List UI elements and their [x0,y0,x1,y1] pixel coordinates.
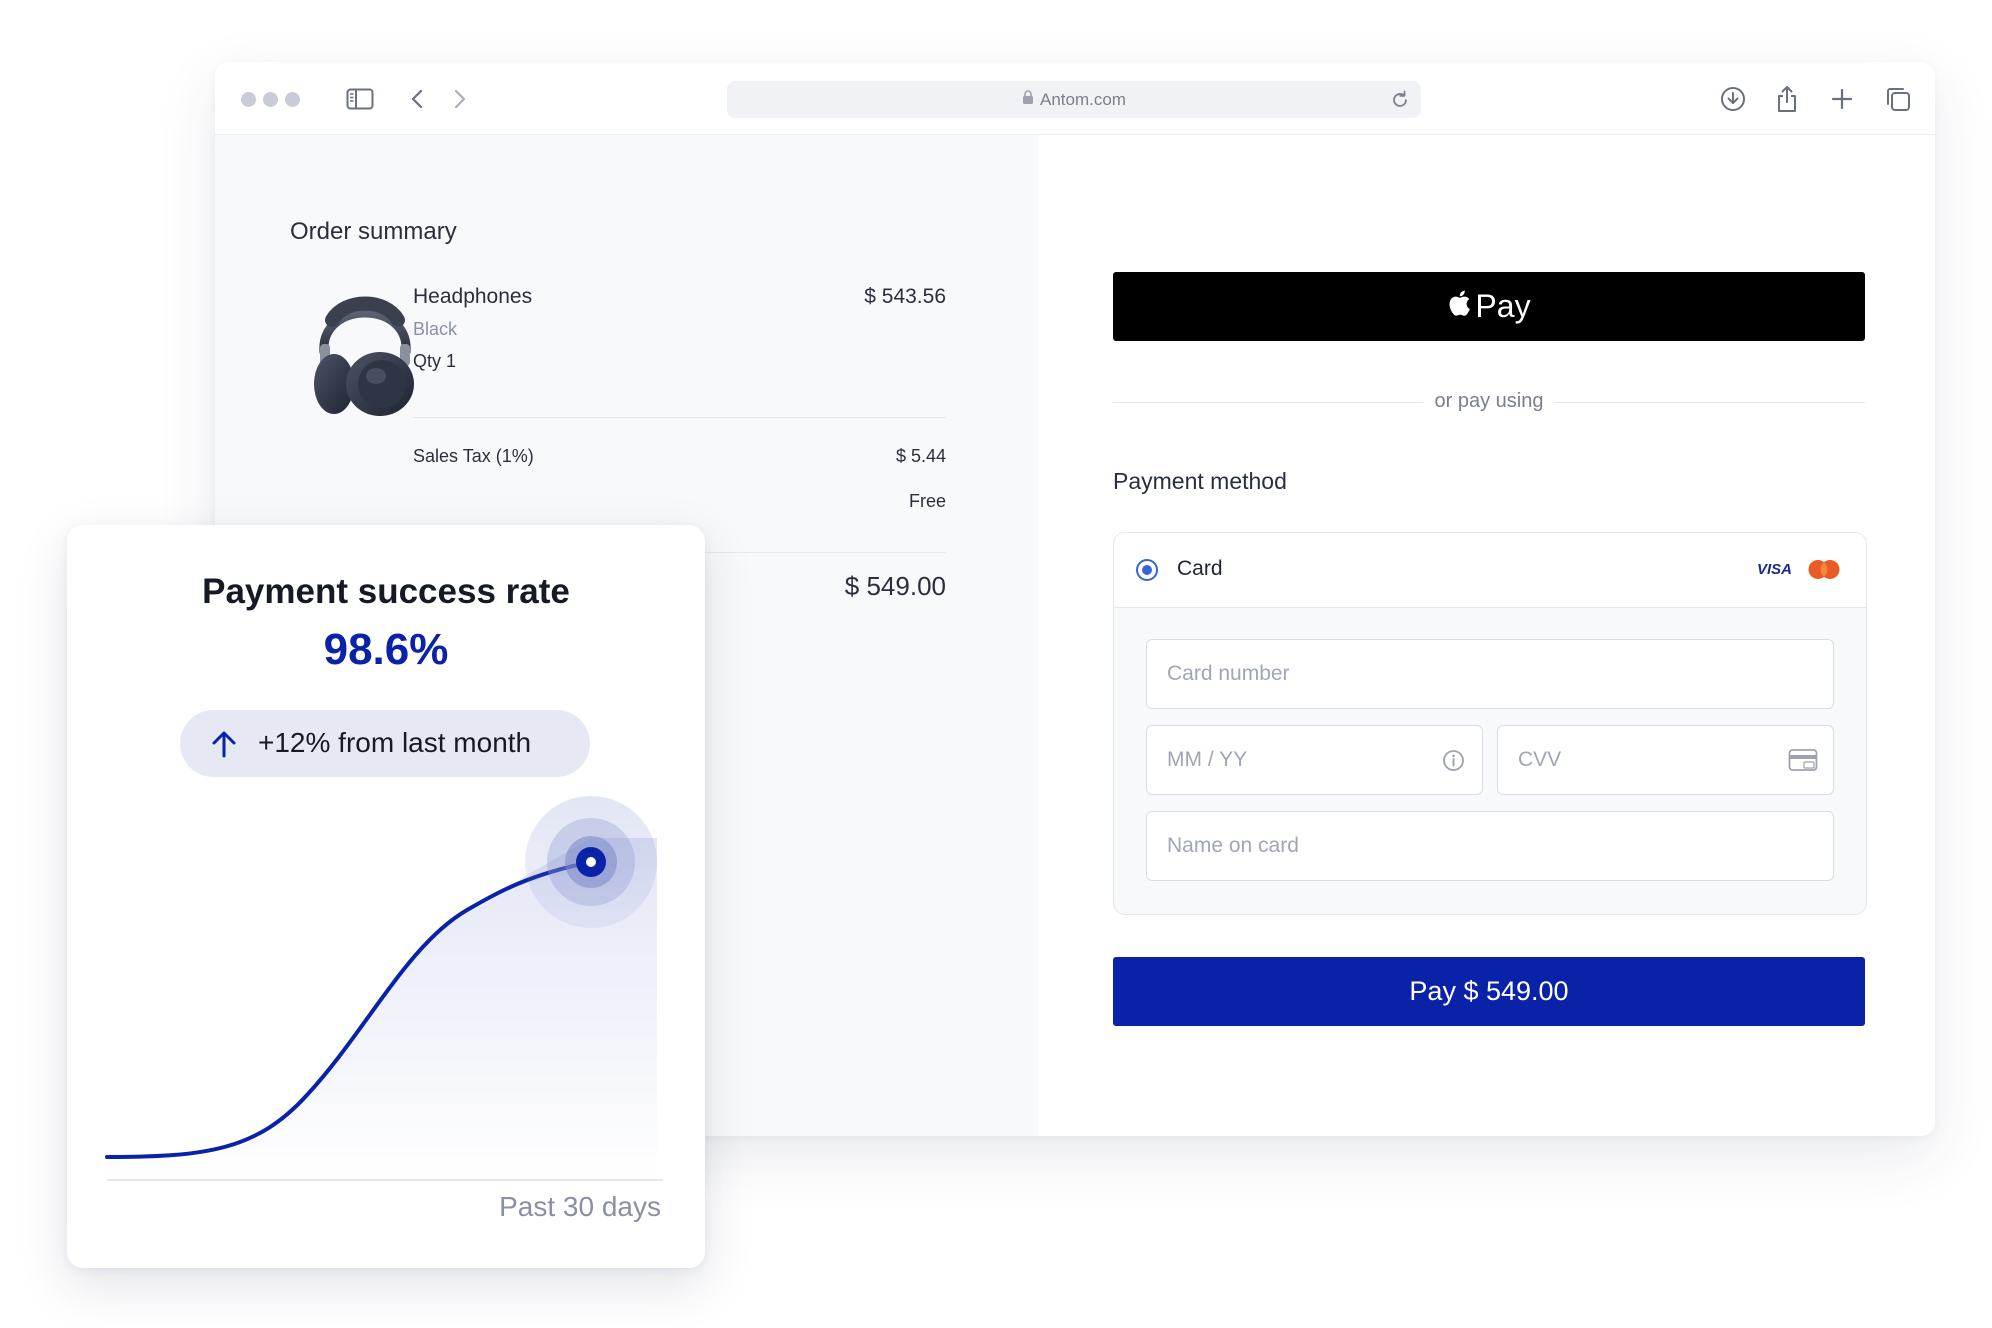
window-close-dot[interactable] [241,92,256,107]
tabs-icon[interactable] [1883,84,1913,114]
reload-icon[interactable] [1391,90,1409,114]
download-icon[interactable] [1718,84,1748,114]
card-payment-option: Card VISA Card number MM / YY CVV Name o… [1113,532,1867,915]
success-rate-chart [105,796,663,1181]
plus-icon[interactable] [1827,84,1857,114]
expiry-placeholder: MM / YY [1167,748,1248,771]
window-zoom-dot[interactable] [285,92,300,107]
name-on-card-field[interactable]: Name on card [1146,811,1834,881]
forward-icon[interactable] [445,84,475,114]
card-number-placeholder: Card number [1167,662,1290,685]
back-icon[interactable] [402,84,432,114]
card-label: Card [1177,557,1223,580]
order-summary-title: Order summary [290,218,457,245]
name-on-card-placeholder: Name on card [1167,834,1299,857]
apple-icon [1447,288,1471,325]
expiry-field[interactable]: MM / YY [1146,725,1483,795]
card-number-field[interactable]: Card number [1146,639,1834,709]
card-radio-button[interactable] [1136,559,1158,581]
sales-tax-label: Sales Tax (1%) [413,446,534,466]
period-label: Past 30 days [499,1191,661,1222]
sidebar-icon[interactable] [345,84,375,114]
item-variant: Black [413,319,458,339]
pay-button[interactable]: Pay $ 549.00 [1113,957,1865,1026]
browser-toolbar: Antom.com [215,62,1935,135]
card-option-header[interactable]: Card VISA [1114,533,1866,608]
payment-pane: Pay or pay using Payment method Card VIS… [1038,135,1935,1136]
address-bar[interactable]: Antom.com [727,81,1421,118]
item-name: Headphones [413,285,533,308]
mastercard-logo [1807,559,1841,580]
or-pay-using-text: or pay using [1434,390,1544,412]
url-text: Antom.com [1040,89,1126,109]
total-value: $ 549.00 [844,571,946,601]
shipping-value: Free [908,491,946,511]
cvv-field[interactable]: CVV [1497,725,1834,795]
headphones-image [310,280,420,420]
window-minimize-dot[interactable] [263,92,278,107]
item-qty: Qty 1 [413,351,457,371]
info-icon[interactable] [1442,749,1465,777]
card-cvv-icon [1788,748,1818,778]
payment-success-card: Payment success rate 98.6% +12% from las… [67,525,705,1268]
divider [1113,402,1423,403]
visa-logo: VISA [1757,561,1793,578]
lock-icon [1022,89,1034,110]
apple-pay-label: Pay [1475,288,1531,324]
cvv-placeholder: CVV [1518,748,1562,771]
payment-method-title: Payment method [1113,468,1287,494]
divider [413,417,946,418]
divider [1555,402,1865,403]
share-icon[interactable] [1772,84,1802,114]
item-price: $ 543.56 [864,285,946,308]
sales-tax-value: $ 5.44 [895,446,946,466]
apple-pay-button[interactable]: Pay [1113,272,1865,341]
